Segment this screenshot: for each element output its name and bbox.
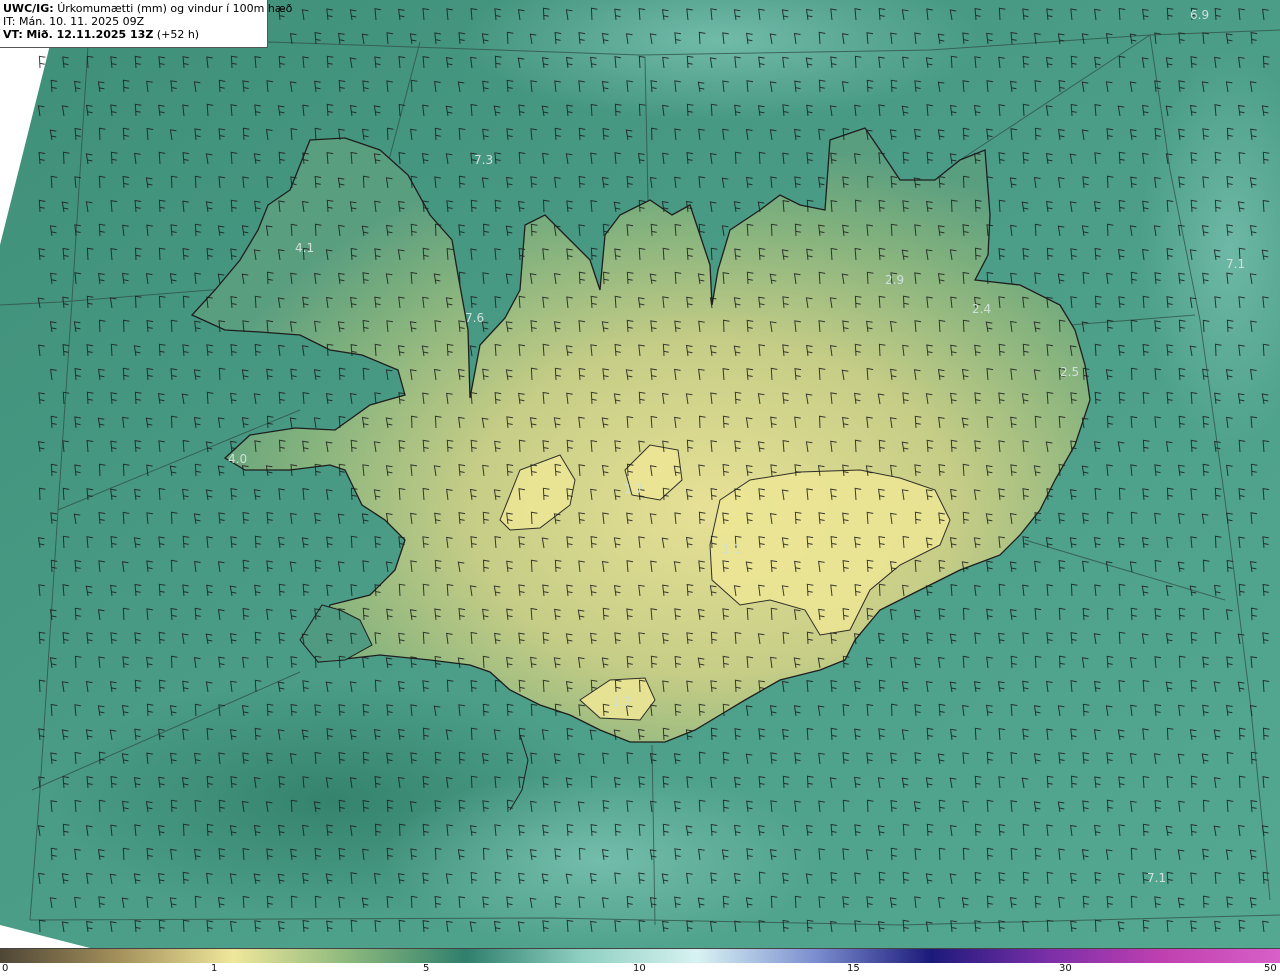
label-breidafjordur: 7.6 — [465, 311, 484, 325]
label-northeast: 2.4 — [972, 302, 991, 316]
map-header: UWC/IG: Úrkomumætti (mm) og vindur í 100… — [0, 0, 292, 48]
header-title-row: UWC/IG: Úrkomumætti (mm) og vindur í 100… — [3, 2, 292, 15]
valid-time: Mið. 12.11.2025 13Z — [26, 28, 154, 41]
label-snaefellsnes: 4.0 — [228, 452, 247, 466]
label-southeast-sea: 7.1 — [1147, 871, 1166, 885]
forecast-map[interactable]: 6.9 7.3 4.1 7.6 4.0 2.9 2.4 2.5 7.1 1.7 … — [0, 0, 1280, 948]
model-prefix: UWC/IG: — [3, 2, 54, 15]
colorbar-tick-10: 10 — [633, 963, 646, 974]
wind-barb — [38, 55, 46, 69]
label-west-fjords: 4.1 — [295, 241, 314, 255]
label-north-central: 2.9 — [885, 273, 904, 287]
label-northeast-corner: 6.9 — [1190, 8, 1209, 22]
init-time: IT: Mán. 10. 11. 2025 09Z — [3, 15, 145, 28]
label-far-east: 7.1 — [1226, 257, 1245, 271]
label-hofsjokull: 1.7 — [624, 482, 643, 496]
colorbar-tick-1: 1 — [211, 963, 218, 974]
bright-sea-south — [380, 770, 820, 948]
map-title: Úrkomumætti (mm) og vindur í 100m hæð — [57, 2, 293, 15]
label-south: 1.7 — [612, 695, 631, 709]
colorbar-ticks: 0 1 5 10 15 30 50 — [0, 963, 1280, 978]
valid-time-row: VT: Mið. 12.11.2025 13Z (+52 h) — [3, 28, 267, 41]
colorbar-tick-5: 5 — [423, 963, 430, 974]
precip-colorbar — [0, 948, 1280, 963]
colorbar-tick-30: 30 — [1059, 963, 1072, 974]
lead-time: (+52 h) — [156, 28, 200, 41]
colorbar-tick-0: 0 — [2, 963, 9, 974]
colorbar-tick-15: 15 — [847, 963, 860, 974]
label-east-fjords: 2.5 — [1060, 365, 1079, 379]
label-vatnajokull: 1.1 — [722, 542, 741, 556]
valid-prefix: VT: — [3, 28, 23, 41]
colorbar-tick-50: 50 — [1264, 963, 1277, 974]
label-west-fjords-north: 7.3 — [474, 153, 493, 167]
